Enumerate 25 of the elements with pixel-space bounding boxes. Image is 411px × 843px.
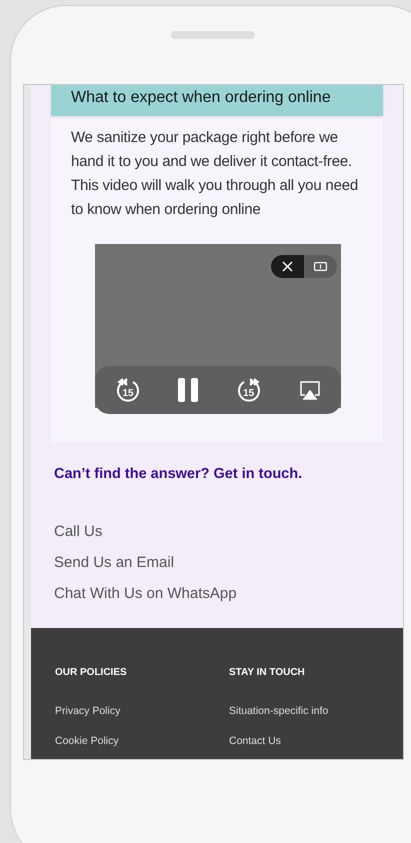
footer-heading: OUR POLICIES: [55, 666, 128, 680]
close-button[interactable]: [271, 255, 304, 278]
skip-forward-button[interactable]: 15: [236, 377, 262, 403]
footer-link[interactable]: Cookie Policy: [55, 734, 119, 748]
picture-in-picture-button[interactable]: [304, 255, 337, 278]
faq-title: What to expect when ordering online: [71, 88, 331, 108]
skip-back-icon: [115, 377, 141, 403]
skip-back-button[interactable]: 15: [115, 377, 141, 403]
pause-button[interactable]: [178, 378, 198, 402]
screen-cast-icon: [298, 380, 321, 400]
airplay-button[interactable]: [298, 380, 321, 400]
close-icon: [282, 261, 293, 272]
footer-heading: STAY IN TOUCH: [229, 666, 306, 680]
picture-in-picture-icon: [314, 262, 327, 271]
faq-title-bar[interactable]: What to expect when ordering online: [51, 85, 383, 116]
faq-answer: We sanitize your package right before we hand it to you and we deliver it contact-free. This video will walk you through all you need to know when ordering online: [70, 128, 359, 220]
pause-icon: [178, 378, 198, 402]
contact-link[interactable]: Call Us: [54, 520, 102, 542]
footer-link[interactable]: Contact Us: [229, 734, 281, 748]
contact-link[interactable]: Send Us an Email: [54, 552, 174, 573]
contact-link[interactable]: Chat With Us on WhatsApp: [54, 582, 237, 604]
contact-heading: Can’t find the answer? Get in touch.: [54, 465, 304, 484]
footer-link[interactable]: Privacy Policy: [55, 704, 120, 718]
skip-forward-icon: [236, 377, 262, 403]
footer-link[interactable]: Situation-specific info: [229, 704, 328, 718]
